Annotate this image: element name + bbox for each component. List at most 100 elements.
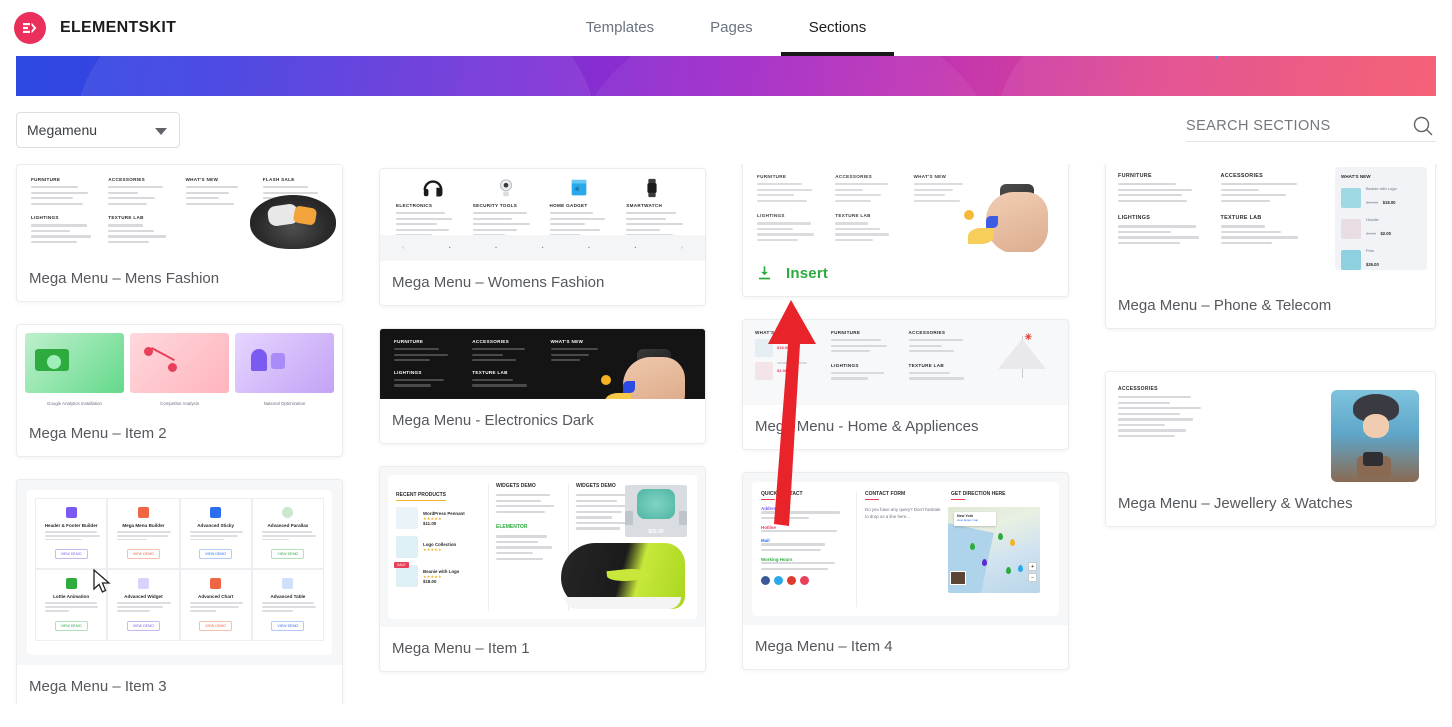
feature-title: Advanced Sticky (197, 523, 235, 528)
thumb-heading: GET DIRECTION HERE (951, 491, 1006, 497)
product-name: WordPress Pennant (423, 510, 465, 516)
search-input[interactable] (1186, 118, 1396, 134)
headphones-icon (423, 180, 443, 197)
thumb-heading: FURNITURE (831, 330, 861, 335)
map-zoom-out-button[interactable]: − (1028, 573, 1038, 582)
section-card-item-4[interactable]: QUICK CONTACT Address Hotline Mail Worki… (742, 472, 1070, 670)
thumb-heading: LIGHTINGS (757, 213, 785, 219)
thumb-heading: ACCESSORIES (908, 330, 946, 335)
twitter-icon[interactable] (774, 575, 784, 585)
brand-logo-4: ▪ (588, 245, 590, 251)
youtube-icon[interactable] (787, 575, 797, 585)
feature-title: Advanced Widget (124, 594, 163, 600)
thumb-heading: QUICK CONTACT (761, 491, 803, 497)
brand-logo-3: ▪ (541, 245, 544, 251)
map-preview: New York view larger map + − (948, 507, 1041, 593)
map-zoom-in-button[interactable]: + (1028, 562, 1038, 571)
thumb-heading: WHAT'S NEW (550, 339, 584, 344)
thumb-heading: FURNITURE (757, 174, 787, 179)
price: $26.00 (1366, 262, 1379, 267)
section-card-item-1[interactable]: RECENT PRODUCTS WordPress Pennant ★★★★★ … (379, 466, 707, 672)
thumb-heading: TEXTURE LAB (1220, 215, 1262, 222)
section-card-speaker-hovered[interactable]: FURNITURE LIGHTINGS ACCESSORIES TEXTURE … (742, 164, 1070, 297)
thumb-caption: National Optimization (263, 401, 306, 406)
social-icons (761, 575, 847, 585)
tab-sections[interactable]: Sections (780, 0, 895, 56)
thumb-heading: ACCESSORIES (472, 339, 510, 344)
instagram-icon[interactable] (800, 575, 810, 585)
thumb-heading: CONTACT FORM (865, 491, 906, 497)
card-thumbnail: ELECTRONICS SECURITY TOOLS HOME GADGET S… (380, 169, 706, 261)
grid-column-3: FURNITURE LIGHTINGS ACCESSORIES TEXTURE … (742, 164, 1070, 670)
category-select[interactable]: Megamenu (16, 112, 180, 148)
thumb-heading: WIDGETS DEMO (496, 483, 536, 489)
banner-checkmark-icon (1214, 56, 1218, 60)
sale-badge: SALE (394, 562, 409, 568)
search-sections-wrap (1186, 115, 1436, 142)
product-price: $18.00 (423, 578, 437, 584)
speaker-cube-icon (571, 179, 587, 196)
banner-swirl-1 (76, 56, 596, 96)
feature-cta: VIEW DEMO (54, 549, 88, 560)
card-thumbnail: Header & Footer Builder VIEW DEMO Mega M… (17, 480, 343, 665)
facebook-icon[interactable] (761, 575, 771, 585)
thumb-heading: WHAT'S NEW (185, 177, 219, 182)
thumb-heading: ACCESSORIES (1118, 386, 1158, 392)
price: $2.00 (777, 367, 788, 373)
promo-banner (16, 56, 1436, 96)
old-price: $24.00 (1366, 200, 1379, 205)
thumb-heading: SMARTWATCH (626, 203, 663, 208)
section-card-phone-telecom[interactable]: FURNITURE LIGHTINGS ACCESSORIES TEXTURE … (1105, 164, 1436, 329)
card-thumbnail: FURNITURE LIGHTINGS ACCESSORIES TEXTURE … (1106, 164, 1435, 284)
card-thumbnail: FURNITURE LIGHTINGS ACCESSORIES TEXTURE … (380, 329, 706, 399)
card-title: Mega Menu – Item 3 (29, 678, 167, 695)
thumb-heading: FLASH SALE (262, 177, 295, 182)
feature-cta: VIEW DEMO (199, 549, 233, 560)
section-card-jewellery-watches[interactable]: ACCESSORIES Mega Menu – Jewellery & Watc… (1105, 371, 1436, 527)
grid-column-2: ELECTRONICS SECURITY TOOLS HOME GADGET S… (379, 168, 707, 672)
thumb-heading: ACCESSORIES (835, 174, 873, 179)
feature-cta: VIEW DEMO (126, 549, 160, 560)
map-info-card: New York view larger map (954, 512, 997, 526)
chevron-down-icon (155, 128, 167, 135)
category-select-value: Megamenu (27, 122, 98, 138)
card-title: Mega Menu - Electronics Dark (392, 412, 594, 429)
feature-cta: VIEW DEMO (54, 620, 88, 631)
brand-logo-2: ▪ (495, 245, 497, 251)
insert-bar[interactable]: Insert (743, 252, 1068, 296)
card-thumbnail: FURNITURE LIGHTINGS ACCESSORIES TEXTURE … (743, 164, 1069, 252)
model-photo (1331, 390, 1419, 482)
card-thumbnail: ACCESSORIES (1106, 372, 1435, 482)
insert-button-label: Insert (786, 265, 829, 282)
section-card-electronics-dark[interactable]: FURNITURE LIGHTINGS ACCESSORIES TEXTURE … (379, 328, 707, 444)
thumb-heading: FURNITURE (1118, 173, 1152, 179)
section-card-item-2[interactable]: Google Analytics Installation Competitor… (16, 324, 344, 457)
thumb-heading: RECENT PRODUCTS (396, 492, 447, 501)
product-name: Beanie with Logo (423, 568, 460, 574)
card-title: Mega Menu - Home & Appliences (755, 418, 979, 435)
speaker-photo (964, 180, 1050, 252)
card-title: Mega Menu – Womens Fashion (392, 274, 605, 291)
section-card-home-appliences[interactable]: WHAT'S NEW $18.00 $2.00 FURNITURE LIGHTI… (742, 319, 1070, 450)
card-title: Mega Menu – Item 4 (755, 638, 893, 655)
thumb-heading: FURNITURE (394, 339, 424, 344)
product-price: $11.00 (423, 520, 437, 526)
strip-arrow-right-icon: › (680, 245, 683, 251)
section-card-womens-fashion[interactable]: ELECTRONICS SECURITY TOOLS HOME GADGET S… (379, 168, 707, 306)
tab-pages[interactable]: Pages (682, 0, 781, 56)
section-card-mens-fashion[interactable]: FURNITURE LIGHTINGS ACCESSORIES TEXTURE … (16, 164, 344, 302)
feature-cta: VIEW DEMO (199, 620, 233, 631)
feature-cell: Lottie Animation VIEW DEMO (35, 569, 108, 641)
tab-templates[interactable]: Templates (558, 0, 682, 56)
card-thumbnail: RECENT PRODUCTS WordPress Pennant ★★★★★ … (380, 467, 706, 627)
search-icon[interactable] (1412, 115, 1434, 142)
section-card-item-3[interactable]: Header & Footer Builder VIEW DEMO Mega M… (16, 479, 344, 704)
old-price: $4.00 (1366, 231, 1377, 236)
feature-cta: VIEW DEMO (271, 549, 305, 560)
grid-column-4: FURNITURE LIGHTINGS ACCESSORIES TEXTURE … (1105, 164, 1436, 527)
library-toolbar: Megamenu (0, 96, 1452, 164)
brand: ELEMENTSKIT (0, 12, 176, 44)
map-street-view-thumb[interactable] (950, 571, 967, 585)
brand-name: ELEMENTSKIT (60, 19, 177, 36)
sneaker-photo (561, 543, 686, 609)
